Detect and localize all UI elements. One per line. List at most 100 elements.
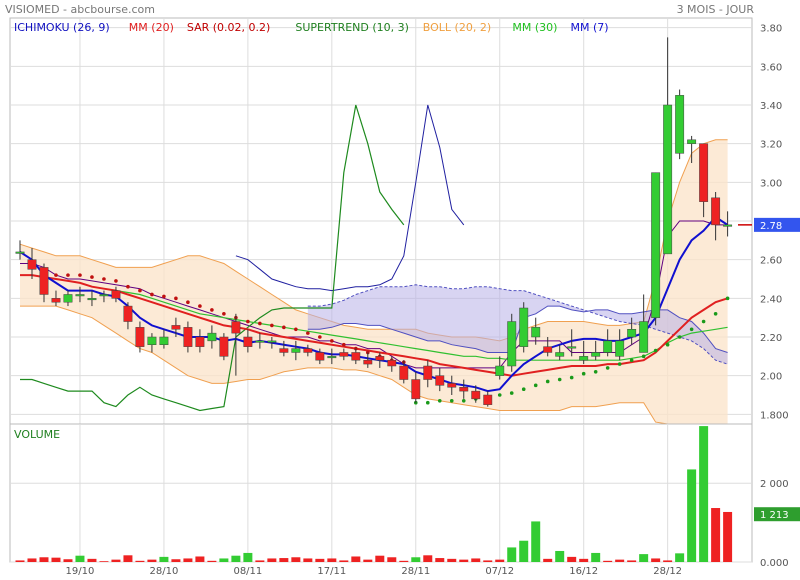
candle-body [243, 336, 253, 347]
volume-bar [555, 550, 565, 562]
sar-dot [653, 348, 658, 353]
volume-bar [363, 559, 373, 562]
volume-bar [339, 560, 349, 562]
volume-bar [171, 559, 181, 562]
candle-body [423, 365, 433, 380]
candle-body [639, 321, 649, 353]
volume-bar [711, 508, 721, 562]
date-tick-label: 28/11 [401, 566, 430, 577]
candle-body [591, 352, 601, 357]
volume-bar [519, 540, 529, 562]
volume-bar [651, 558, 661, 562]
candle-body [699, 143, 709, 202]
date-tick-label: 28/12 [653, 566, 682, 577]
volume-bar [459, 559, 469, 562]
sar-dot [509, 391, 514, 395]
date-tick-label: 16/12 [569, 566, 598, 577]
sar-dot [138, 288, 142, 293]
volume-bar [399, 560, 409, 562]
price-tick-label: 2.40 [760, 294, 782, 305]
sar-dot [725, 296, 730, 301]
date-tick-label: 08/11 [233, 566, 262, 577]
volume-bar [507, 547, 517, 562]
indicator-legend-label: SUPERTREND (10, 3) [295, 21, 409, 34]
sar-dot [629, 358, 634, 363]
volume-bar [495, 559, 505, 562]
sar-dot [66, 273, 70, 277]
price-tick-label: 2.00 [760, 372, 782, 383]
candle-body [675, 95, 685, 154]
candle-body [651, 172, 661, 318]
price-tick-label: 3.00 [760, 178, 782, 189]
sar-dot [533, 383, 538, 388]
date-tick-label: 19/10 [66, 566, 95, 577]
candle-body [603, 340, 613, 353]
sar-dot [318, 335, 322, 339]
volume-bar [543, 558, 553, 562]
sar-dot [174, 296, 178, 301]
candle-body [663, 104, 673, 255]
candle-body [255, 340, 265, 343]
candle-body [147, 336, 157, 345]
sar-dot [294, 327, 298, 332]
volume-bar [51, 557, 61, 562]
price-tick-label: 2.60 [760, 256, 782, 267]
candle-body [219, 336, 229, 357]
volume-bar [351, 556, 361, 562]
sar-dot [605, 366, 610, 370]
volume-bar [231, 555, 241, 562]
sar-dot [641, 354, 646, 359]
candle-body [711, 197, 721, 226]
volume-bar [699, 426, 709, 562]
sar-dot [162, 294, 166, 299]
sar-dot [90, 275, 94, 279]
price-tick-label: 3.80 [760, 24, 782, 35]
candle-body [507, 321, 517, 367]
candle-body [567, 346, 577, 349]
volume-bar [603, 560, 613, 562]
candle-body [555, 352, 565, 357]
price-axis: 3.803.603.403.203.002.802.602.402.202.00… [738, 24, 800, 421]
candle-body [723, 224, 733, 227]
candle-body [267, 340, 277, 343]
sar-dot [126, 284, 130, 289]
date-tick-label: 07/12 [485, 566, 514, 577]
candle-body [291, 348, 301, 353]
candle-body [327, 356, 337, 359]
candle-body [315, 352, 325, 361]
indicator-legend-label: MM (30) [512, 21, 557, 34]
candle-body [111, 290, 121, 299]
sar-dot [569, 375, 574, 380]
volume-bars [15, 426, 733, 562]
volume-bar [315, 558, 325, 562]
volume-bar [147, 559, 157, 562]
volume-bar [99, 561, 109, 562]
candle-body [15, 251, 25, 254]
candle-body [435, 375, 445, 386]
date-axis: 19/10 28/10 08/11 17/11 28/11 07/12 16/12 28/12 [66, 566, 683, 577]
volume-bar [195, 556, 205, 562]
volume-bar [663, 560, 673, 562]
candle-body [279, 348, 289, 353]
candle-body [615, 340, 625, 357]
indicator-legend-label: MM (20) [129, 21, 174, 34]
candle-body [687, 139, 697, 144]
volume-bar [207, 560, 217, 562]
volume-bar [243, 552, 253, 562]
chart-source-title: VISIOMED - abcbourse.com [5, 3, 155, 16]
candle-body [387, 359, 397, 367]
volume-bar [531, 521, 541, 562]
price-tick-label: 1.800 [760, 410, 789, 421]
price-tick-label: 3.40 [760, 101, 782, 112]
candle-body [351, 352, 361, 361]
volume-bar [411, 557, 421, 562]
sar-dot [425, 400, 430, 405]
sar-dot [581, 371, 586, 376]
candle-body [39, 267, 49, 295]
sar-dot [461, 399, 466, 403]
sar-dot [210, 308, 214, 312]
candle-body [99, 294, 109, 297]
candle-body [471, 390, 481, 400]
sar-dot [449, 399, 454, 403]
candle-body [171, 325, 181, 330]
